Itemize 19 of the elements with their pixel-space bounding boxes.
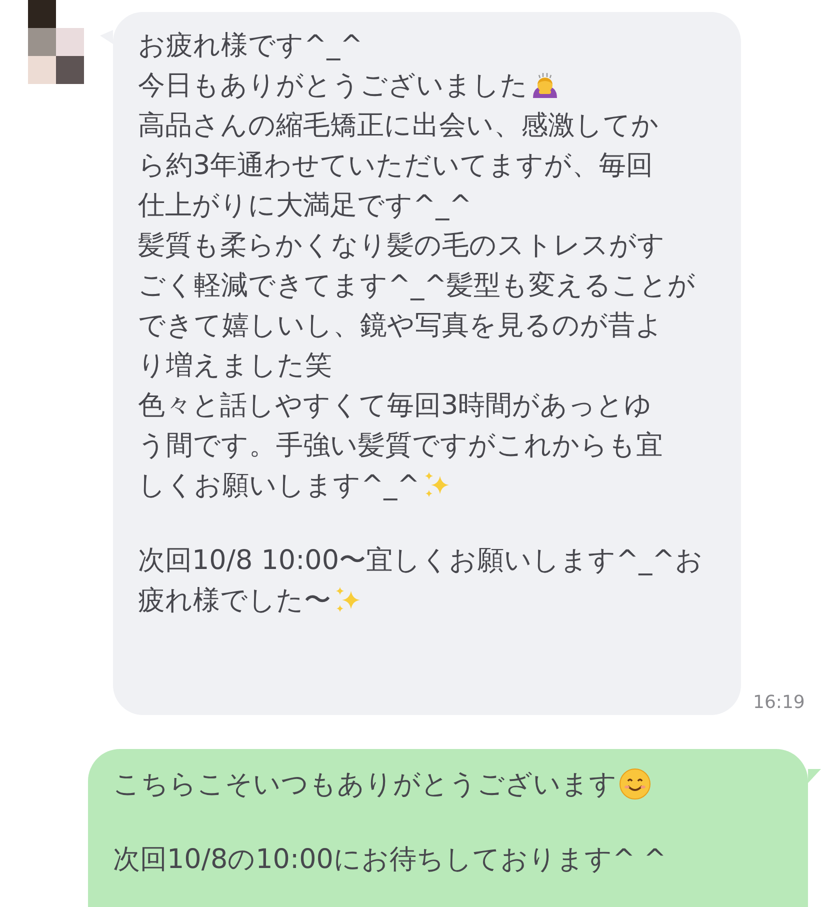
message-text: できて嬉しいし、鏡や写真を見るのが昔よ xyxy=(138,309,663,343)
message-text: しくお願いします^_^ xyxy=(138,469,420,503)
message-text: 髪質も柔らかくなり髪の毛のストレスがす xyxy=(138,229,665,263)
message-text: 今日もありがとうございました xyxy=(138,69,528,103)
message-text: こちらこそいつもありがとうございます xyxy=(113,768,617,802)
message-text: 仕上がりに大満足です^_^ xyxy=(138,189,472,223)
message-time: 16:19 xyxy=(753,692,805,713)
smiling-face-icon xyxy=(619,768,651,800)
message-text: ら約3年通わせていただいてますが、毎回 xyxy=(138,149,654,183)
message-text: り増えました笑 xyxy=(138,349,332,383)
message-text: お疲れ様です^_^ xyxy=(138,29,363,63)
message-text: 次回10/8の10:00にお待ちしております^ ^ xyxy=(113,843,666,877)
message-text: 疲れ様でした〜 xyxy=(138,584,331,618)
message-text: ごく軽減できてます^_^髪型も変えることが xyxy=(138,269,696,303)
message-text: 高品さんの縮毛矯正に出会い、感激してか xyxy=(138,109,659,143)
message-text: 色々と話しやすくて毎回3時間があっとゆ xyxy=(138,389,652,423)
message-text: う間です。手強い髪質ですがこれからも宜 xyxy=(138,429,663,463)
bowing-person-icon xyxy=(530,70,560,100)
message-text: 次回10/8 10:00〜宜しくお願いします^_^お xyxy=(138,544,703,578)
